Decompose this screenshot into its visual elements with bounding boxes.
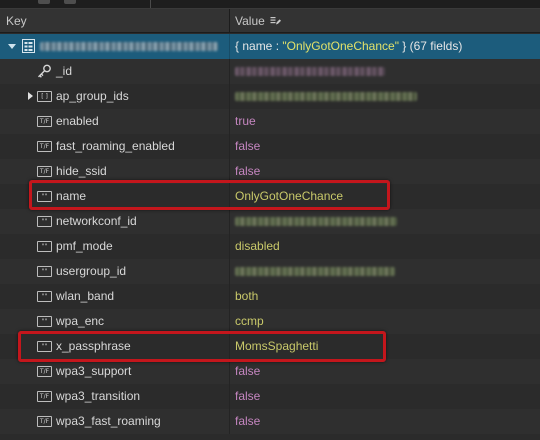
document-summary: { name : "OnlyGotOneChance" } (67 fields… [235, 39, 463, 53]
field-value[interactable]: false [235, 359, 260, 384]
tree-row-wpa3-transition[interactable]: T/F wpa3_transition false [0, 384, 540, 409]
key-icon [37, 64, 52, 82]
field-key: wpa3_fast_roaming [56, 414, 161, 428]
toolbar-button-icon[interactable] [64, 0, 76, 4]
field-key: pmf_mode [56, 239, 113, 253]
edit-icon [270, 10, 281, 34]
field-key: wpa3_support [56, 364, 132, 378]
column-resize-handle[interactable] [229, 9, 230, 33]
redacted-value [235, 92, 417, 101]
string-icon: "" [37, 191, 52, 202]
value-column-header[interactable]: Value [235, 9, 281, 33]
tree-row-name[interactable]: "" name OnlyGotOneChance [0, 184, 540, 209]
field-value[interactable]: true [235, 109, 256, 134]
tree-row-usergroup-id[interactable]: "" usergroup_id [0, 259, 540, 284]
tree-row-id[interactable]: _id [0, 59, 540, 84]
array-icon: [ ] [37, 91, 52, 102]
field-value[interactable]: false [235, 159, 260, 184]
tree-row-x-passphrase[interactable]: "" x_passphrase MomsSpaghetti [0, 334, 540, 359]
field-value[interactable]: OnlyGotOneChance [235, 184, 343, 209]
expand-arrow-icon[interactable] [28, 92, 33, 100]
tree-row-enabled[interactable]: T/F enabled true [0, 109, 540, 134]
tree-row-wpa3-support[interactable]: T/F wpa3_support false [0, 359, 540, 384]
boolean-icon: T/F [37, 366, 52, 377]
tree-row-wlan-band[interactable]: "" wlan_band both [0, 284, 540, 309]
field-value[interactable]: false [235, 409, 260, 434]
string-icon: "" [37, 341, 52, 352]
collapse-arrow-icon[interactable] [8, 44, 16, 49]
field-value[interactable]: MomsSpaghetti [235, 334, 318, 359]
string-icon: "" [37, 241, 52, 252]
string-icon: "" [37, 216, 52, 227]
field-key: networkconf_id [56, 214, 137, 228]
field-key: wlan_band [56, 289, 115, 303]
field-key: hide_ssid [56, 164, 107, 178]
field-key: wpa3_transition [56, 389, 141, 403]
boolean-icon: T/F [37, 116, 52, 127]
document-tree: { name : "OnlyGotOneChance" } (67 fields… [0, 34, 540, 434]
string-icon: "" [37, 266, 52, 277]
redacted-value [235, 217, 397, 226]
field-key: usergroup_id [56, 264, 127, 278]
field-key: ap_group_ids [56, 89, 129, 103]
redacted-value [235, 67, 385, 76]
tree-row-networkconf-id[interactable]: "" networkconf_id [0, 209, 540, 234]
boolean-icon: T/F [37, 141, 52, 152]
tree-row-document[interactable]: { name : "OnlyGotOneChance" } (67 fields… [0, 34, 540, 59]
boolean-icon: T/F [37, 166, 52, 177]
boolean-icon: T/F [37, 391, 52, 402]
redacted-document-id [40, 42, 218, 51]
redacted-value [235, 267, 395, 276]
toolbar-button-icon[interactable] [38, 0, 50, 4]
document-icon [22, 39, 35, 56]
field-value[interactable]: false [235, 384, 260, 409]
tree-row-hide-ssid[interactable]: T/F hide_ssid false [0, 159, 540, 184]
string-icon: "" [37, 291, 52, 302]
tree-row-wpa-enc[interactable]: "" wpa_enc ccmp [0, 309, 540, 334]
key-column-header[interactable]: Key [6, 9, 27, 33]
boolean-icon: T/F [37, 416, 52, 427]
field-value[interactable]: ccmp [235, 309, 264, 334]
tree-row-ap-group-ids[interactable]: [ ] ap_group_ids [0, 84, 540, 109]
field-key: x_passphrase [56, 339, 131, 353]
field-key: wpa_enc [56, 314, 105, 328]
field-value[interactable]: both [235, 284, 258, 309]
field-key: fast_roaming_enabled [56, 139, 175, 153]
field-value[interactable]: disabled [235, 234, 280, 259]
field-key: name [56, 189, 87, 203]
string-icon: "" [37, 316, 52, 327]
toolbar-divider [150, 0, 151, 8]
field-key: enabled [56, 114, 99, 128]
field-key: _id [56, 64, 73, 78]
tree-row-fast-roaming-enabled[interactable]: T/F fast_roaming_enabled false [0, 134, 540, 159]
field-value[interactable]: false [235, 134, 260, 159]
toolbar-strip [0, 0, 540, 9]
tree-header: Key Value [0, 9, 540, 33]
tree-row-wpa3-fast-roaming[interactable]: T/F wpa3_fast_roaming false [0, 409, 540, 434]
tree-row-pmf-mode[interactable]: "" pmf_mode disabled [0, 234, 540, 259]
